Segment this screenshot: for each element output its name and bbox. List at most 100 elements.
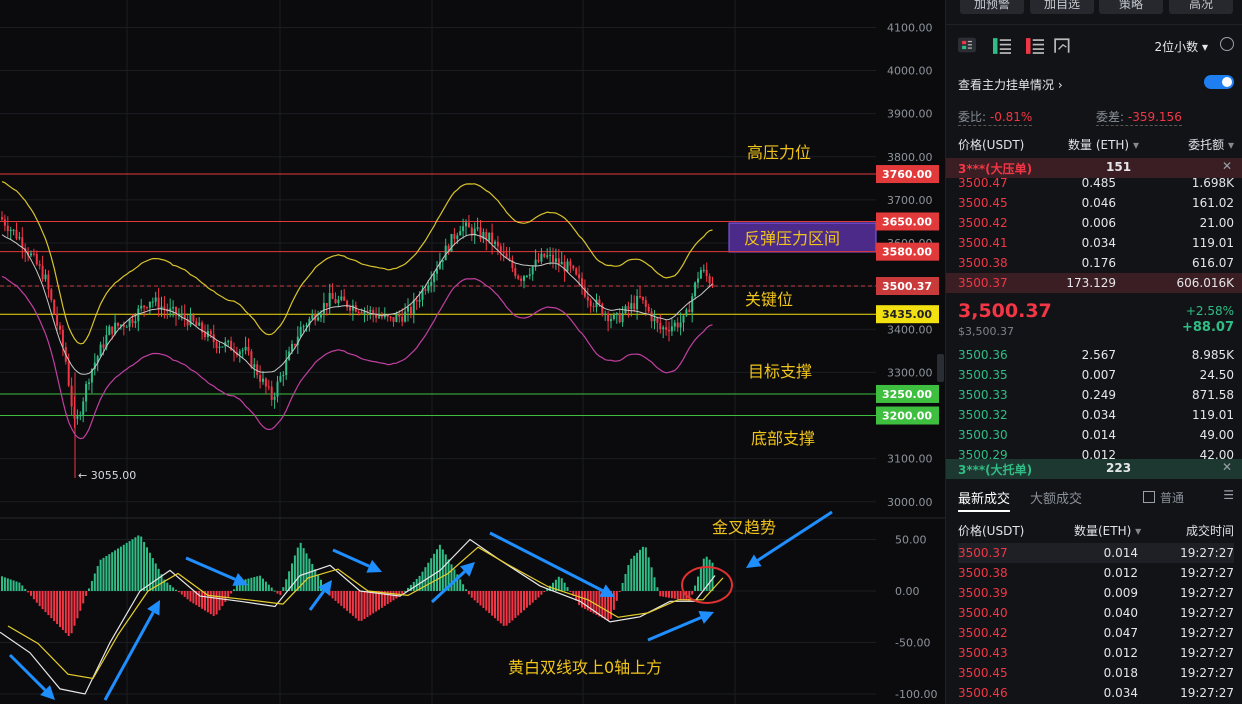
ask-row[interactable]: 3500.41 0.034 119.01 xyxy=(958,233,1234,253)
candle-body xyxy=(256,364,259,376)
alert-button[interactable]: 加预警 xyxy=(960,0,1024,14)
candle-body xyxy=(50,289,53,301)
ask-row[interactable]: 3500.37 173.129 606.016K xyxy=(946,273,1242,293)
orderbook-bids-icon[interactable] xyxy=(993,38,1011,54)
macd-bar xyxy=(30,591,32,596)
candle-body xyxy=(238,351,241,355)
candlestick-chart[interactable]: 4100.004000.003900.003800.003700.003600.… xyxy=(0,0,945,704)
macd-bar xyxy=(662,591,665,597)
candle-body xyxy=(612,314,615,320)
macd-bar xyxy=(122,544,125,591)
macd-bar xyxy=(99,559,102,591)
macd-bar xyxy=(279,591,282,596)
bid-row[interactable]: 3500.32 0.034 119.01 xyxy=(958,405,1234,425)
macd-bar xyxy=(514,591,517,618)
settings-gear-icon[interactable] xyxy=(1220,37,1234,51)
annotation-arrow xyxy=(489,531,604,592)
macd-bar xyxy=(114,550,117,591)
macd-bar xyxy=(270,587,273,591)
tab-latest-trades[interactable]: 最新成交 xyxy=(958,488,1011,512)
tab-large-trades[interactable]: 大额成交 xyxy=(1030,488,1082,507)
main-order-toggle-label[interactable]: 查看主力挂单情况 › xyxy=(958,76,1063,93)
candle-body xyxy=(349,307,351,311)
close-icon[interactable]: ✕ xyxy=(1222,159,1232,173)
candle-body xyxy=(523,276,525,281)
macd-bar xyxy=(459,579,462,591)
more-button[interactable]: 高况 xyxy=(1169,0,1233,14)
close-icon[interactable]: ✕ xyxy=(1222,460,1232,474)
sort-icon[interactable]: ▾ xyxy=(1228,138,1234,152)
macd-bar xyxy=(21,585,24,591)
candle-body xyxy=(325,303,328,307)
macd-bar xyxy=(697,576,699,591)
macd-bar xyxy=(624,574,627,591)
macd-bar xyxy=(285,579,288,591)
macd-bar xyxy=(119,546,122,591)
pane-resize-handle[interactable] xyxy=(937,354,944,382)
main-order-toggle[interactable] xyxy=(1204,75,1234,89)
macd-bar xyxy=(166,582,169,591)
candle-body xyxy=(688,309,691,313)
macd-bar xyxy=(41,591,44,610)
filter-icon[interactable]: ☰ xyxy=(1223,488,1234,502)
big-bid-row[interactable]: 3***(大托单) 223 ✕ xyxy=(946,459,1242,479)
ask-row[interactable]: 3500.45 0.046 161.02 xyxy=(958,193,1234,213)
candle-body xyxy=(560,261,563,265)
macd-bar xyxy=(636,552,639,591)
candle-body xyxy=(209,330,212,335)
level-tag-label: 3435.00 xyxy=(882,308,932,321)
ask-row[interactable]: 3500.38 0.176 616.07 xyxy=(958,253,1234,273)
macd-bar xyxy=(583,591,586,609)
macd-bar xyxy=(668,591,670,598)
trade-row: 3500.40 0.040 19:27:27 xyxy=(958,606,1234,620)
macd-bar xyxy=(61,591,64,631)
macd-bar xyxy=(299,542,302,591)
normal-checkbox[interactable] xyxy=(1143,491,1155,503)
candle-body xyxy=(218,346,221,349)
bid-row[interactable]: 3500.36 2.567 8.985K xyxy=(958,345,1234,365)
ask-row[interactable]: 3500.42 0.006 21.00 xyxy=(958,213,1234,233)
candle-body xyxy=(79,414,82,417)
candle-body xyxy=(134,321,137,324)
candle-body xyxy=(589,300,592,307)
macd-bar xyxy=(470,591,473,598)
bid-row[interactable]: 3500.30 0.014 49.00 xyxy=(958,425,1234,445)
macd-bar xyxy=(227,591,230,598)
macd-bar xyxy=(47,591,50,616)
candle-body xyxy=(1,217,3,220)
candle-body xyxy=(41,265,44,280)
candle-body xyxy=(189,314,192,326)
sort-icon[interactable]: ▾ xyxy=(1133,138,1139,152)
macd-bar xyxy=(9,579,12,591)
macd-bar xyxy=(502,591,505,626)
candle-body xyxy=(117,322,119,326)
macd-bar xyxy=(653,577,656,591)
orderbook-both-icon[interactable] xyxy=(958,37,976,53)
candle-body xyxy=(676,322,679,328)
macd-bar xyxy=(337,591,340,604)
candle-body xyxy=(699,270,702,279)
candle-body xyxy=(311,314,314,319)
depth-icon[interactable] xyxy=(1054,38,1072,54)
bid-row[interactable]: 3500.35 0.007 24.50 xyxy=(958,365,1234,385)
macd-bar xyxy=(233,589,235,591)
candle-body xyxy=(328,292,331,307)
candle-body xyxy=(476,227,479,229)
macd-bar xyxy=(375,591,378,612)
decimal-select[interactable]: 2位小数 ▾ xyxy=(1155,38,1209,55)
bid-row[interactable]: 3500.33 0.249 871.58 xyxy=(958,385,1234,405)
sort-icon[interactable]: ▾ xyxy=(1135,524,1141,538)
macd-bar xyxy=(560,578,563,591)
annotation-arrow-head xyxy=(746,554,762,568)
candle-body xyxy=(259,375,262,382)
ask-row[interactable]: 3500.47 0.485 1.698K xyxy=(958,173,1234,193)
macd-bar xyxy=(473,591,476,601)
candle-body xyxy=(192,314,195,322)
candle-body xyxy=(453,234,456,239)
chart-pane[interactable]: 4100.004000.003900.003800.003700.003600.… xyxy=(0,0,945,704)
macd-bar xyxy=(224,591,227,602)
macd-bar xyxy=(169,584,172,591)
watchlist-button[interactable]: 加自选 xyxy=(1030,0,1094,14)
orderbook-asks-icon[interactable] xyxy=(1026,38,1044,54)
strategy-button[interactable]: 策略 xyxy=(1099,0,1163,14)
